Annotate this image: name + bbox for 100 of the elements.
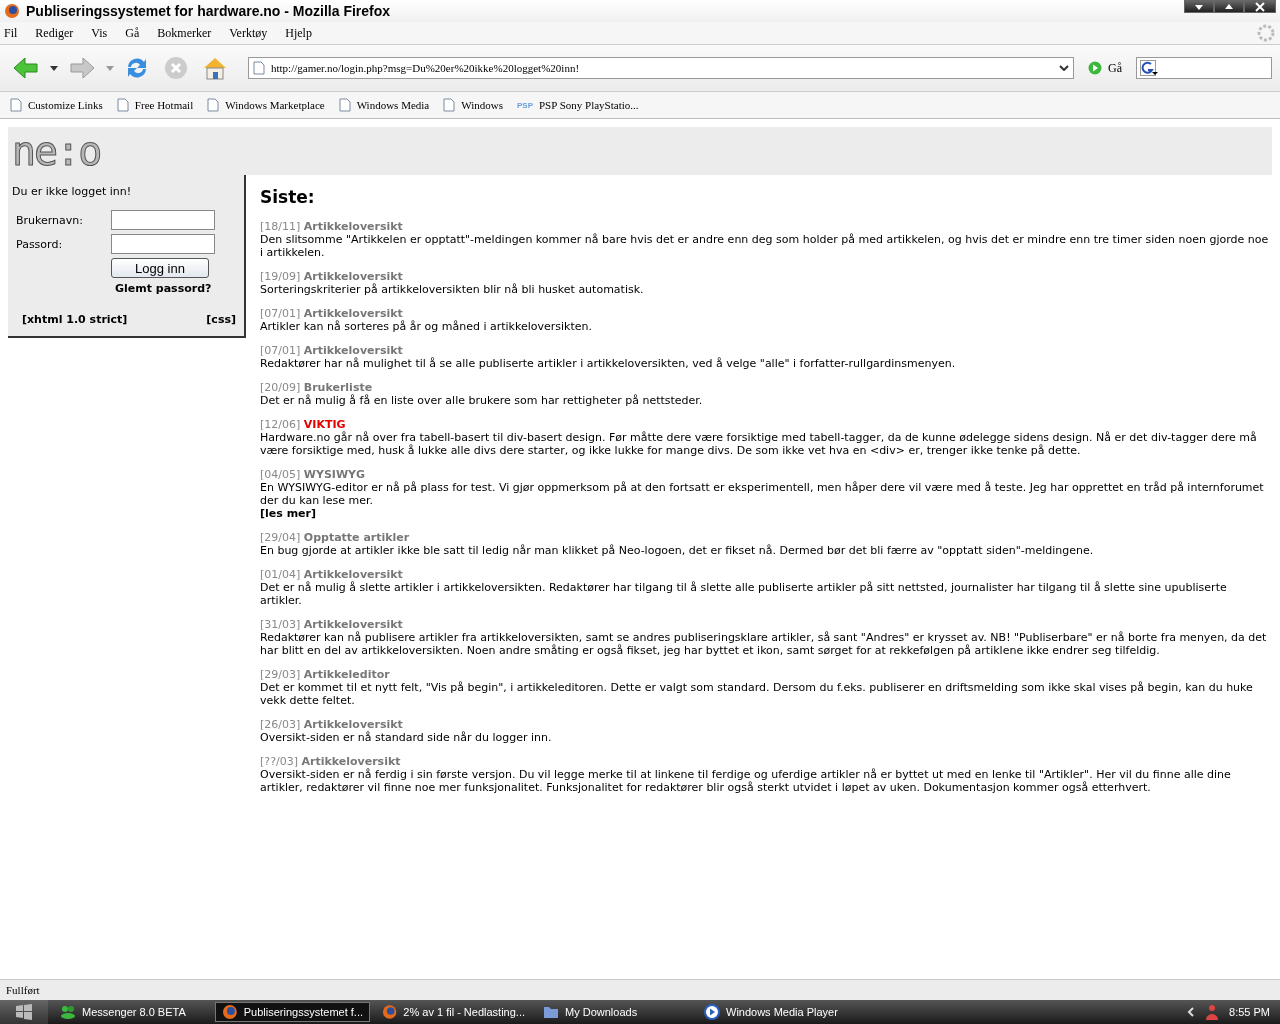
bookmark-link[interactable]: Windows Marketplace	[207, 98, 325, 112]
read-more-link[interactable]: [les mer]	[260, 507, 1272, 520]
news-text: Oversikt-siden er nå ferdig i sin første versjon. Du vil legge merke til at linkene til ferdige og uferdige artikler nå er byttet ut med en lenke til "Artikler". Her vil du finne alle dine artikler, redaktører vil finne noe mer funksjonalitet. Funksjonalitet for redaktører blir også sterkt utvidet i løpet av uken. Dokumentasjon kommer også etterhvert.	[260, 768, 1232, 794]
browser-icon	[222, 1004, 238, 1020]
play-icon	[1088, 61, 1102, 75]
page-icon	[10, 98, 22, 112]
bookmark-link[interactable]: Free Hotmail	[116, 98, 194, 112]
start-button[interactable]	[0, 1000, 48, 1024]
news-date: [07/01]	[260, 344, 301, 357]
news-text: Hardware.no går nå over fra tabell-basert til div-basert design. Før måtte dere være forsiktige med tabell-tagger, da de kunne ødelegge sidens design. Nå er det div-tagger dere må være forsiktige med, husk å lukke alle divs dere starter, og ikke lukke for mange divs. De som ikke vet hva en <div> er, trenger ikke tenke på dette.	[260, 431, 1258, 457]
news-text: Den slitsomme "Artikkelen er opptatt"-meldingen kommer nå bare hvis det er andre enn deg som holder på med artikkelen, og hvis det er mindre enn tre timer siden noen gjorde noe i artikkelen.	[260, 233, 1270, 259]
chevron-icon[interactable]	[1187, 1007, 1196, 1017]
password-field[interactable]	[111, 234, 215, 254]
news-title: Opptatte artikler	[303, 531, 410, 544]
news-date: [01/04]	[260, 568, 301, 581]
folder-icon	[543, 1005, 559, 1019]
news-title: Artikkeloversikt	[303, 220, 403, 233]
bookmark-link[interactable]: Windows	[443, 98, 503, 112]
news-date: [07/01]	[260, 307, 301, 320]
login-message: Du er ikke logget inn!	[12, 185, 133, 198]
login-button[interactable]: Logg inn	[111, 258, 209, 278]
news-date: [19/09]	[260, 270, 301, 283]
stop-icon	[164, 56, 188, 80]
taskbar-button[interactable]: My Downloads	[537, 1002, 692, 1022]
dropdown-icon[interactable]	[50, 65, 58, 71]
page-icon	[116, 98, 129, 112]
news-text: Redaktører kan nå publisere artikler fra artikkeloversikten, samt se andres publiseringsklare artikler, så sant "Andres" er krysset av. NB! "Publiserbare" er nå borte fra menyen, da det har blitt en del av artikkeloversikten. Noen andre småting er også fikset, jeg har byttet et ikon, samt sørget for at rekkefølgen på artiklene ikke endrer seg tilfeldig.	[260, 631, 1268, 657]
menu-item[interactable]: Hjelp	[285, 25, 312, 41]
forgot-password-link[interactable]: Glemt passord?	[115, 282, 212, 295]
forward-arrow-icon	[68, 56, 96, 80]
news-date: [20/09]	[260, 381, 301, 394]
username-field[interactable]	[111, 210, 215, 230]
taskbar-button[interactable]: Messenger 8.0 BETA	[54, 1002, 209, 1022]
menu-item[interactable]: Rediger	[35, 25, 74, 41]
page-icon	[253, 61, 265, 75]
page-icon	[443, 98, 456, 112]
browser-icon	[382, 1004, 398, 1020]
news-heading: Siste:	[260, 187, 316, 207]
news-title: Artikkeloversikt	[303, 307, 403, 320]
home-icon	[202, 55, 228, 81]
news-date: [29/03]	[260, 668, 301, 681]
news-date: [12/06]	[260, 418, 301, 431]
menu-item[interactable]: Gå	[125, 25, 140, 41]
footer-link[interactable]: [css]	[206, 313, 236, 326]
menu-item[interactable]: Verktøy	[229, 25, 268, 41]
search-engine-icon[interactable]	[1140, 60, 1158, 76]
news-title: VIKTIG	[303, 418, 346, 431]
news-date: [31/03]	[260, 618, 301, 631]
bookmark-link[interactable]: Windows Media	[338, 98, 430, 112]
news-title: Brukerliste	[303, 381, 373, 394]
search-field[interactable]	[1136, 57, 1272, 79]
close-icon	[1255, 1, 1265, 12]
news-text: Oversikt-siden er nå standard side når du logger inn.	[260, 731, 553, 744]
bookmark-link[interactable]: Customize Links	[10, 98, 103, 112]
news-text: Redaktører har nå mulighet til å se alle publiserte artikler i artikkeloversikten, ved å velge "alle" i forfatter-rullgardinsmenyen.	[260, 357, 957, 370]
footer-link[interactable]: [xhtml 1.0 strict]	[22, 313, 128, 326]
news-title: Artikkeloversikt	[303, 270, 403, 283]
news-title: Artikkeloversikt	[303, 568, 403, 581]
back-arrow-icon	[12, 56, 40, 80]
menu-item[interactable]: Bokmerker	[157, 25, 212, 41]
news-title: Artikkeloversikt	[303, 618, 403, 631]
clock: 8:55 PM	[1229, 1006, 1270, 1018]
password-label: Passord:	[15, 237, 64, 251]
taskbar-button[interactable]: Windows Media Player	[698, 1002, 853, 1022]
play-icon	[704, 1004, 720, 1020]
news-text: Det er nå mulig å få en liste over alle brukere som har rettigheter på nettsteder.	[260, 394, 704, 407]
close-button[interactable]	[1244, 0, 1276, 13]
person-icon[interactable]	[1205, 1004, 1220, 1020]
maximize-button[interactable]	[1214, 0, 1244, 13]
news-title: WYSIWYG	[303, 468, 366, 481]
people-icon	[60, 1005, 76, 1019]
news-title: Artikkeleditor	[303, 668, 390, 681]
bookmark-link[interactable]: PSP PSP Sony PlayStatio...	[517, 99, 639, 111]
news-date: [04/05]	[260, 468, 301, 481]
taskbar-button[interactable]: Publiseringssystemet f...	[215, 1002, 370, 1022]
news-date: [26/03]	[260, 718, 301, 731]
windows-logo-icon	[15, 1004, 33, 1020]
news-date: [??/03]	[260, 755, 298, 768]
page-icon	[207, 98, 220, 112]
news-title: Artikkeloversikt	[303, 718, 403, 731]
minimize-button[interactable]	[1184, 0, 1214, 13]
browser-icon	[4, 3, 20, 19]
window-title: Publiseringssystemet for hardware.no - Mozilla Firefox	[26, 3, 392, 19]
menu-item[interactable]: Fil	[4, 25, 18, 41]
news-title: Artikkeloversikt	[301, 755, 401, 768]
news-text: En bug gjorde at artikler ikke ble satt til ledig når man klikket på Neo-logoen, det er fikset nå. Dermed bør det bli færre av "opptatt siden"-meldingene.	[260, 544, 1095, 557]
taskbar-button[interactable]: 2% av 1 fil - Nedlasting...	[376, 1002, 531, 1022]
menu-item[interactable]: Vis	[91, 25, 108, 41]
status-text: Fullført	[6, 984, 40, 996]
go-button[interactable]: Gå	[1080, 60, 1130, 76]
news-text: Sorteringskriterier på artikkeloversikten blir nå bli husket automatisk.	[260, 283, 645, 296]
address-bar[interactable]: http://gamer.no/login.php?msg=Du%20er%20ikke%20logget%20inn!	[248, 57, 1074, 79]
throbber-icon	[1256, 23, 1276, 43]
news-text: En WYSIWYG-editor er nå på plass for test. Vi gjør oppmerksom på at den fortsatt er eksperimentell, men håper dere vil være med å teste. Jeg har opprettet en tråd på internforumet der du kan lese mer.	[260, 481, 1265, 507]
news-text: Det er nå mulig å slette artikler i artikkeloversikten. Redaktører har tilgang til å slette alle publiserte artikler på sitt nettsted, journalister har tilgang til å slette sine upubliserte artikler.	[260, 581, 1228, 607]
news-text: Artikler kan nå sorteres på år og måned i artikkeloversikten.	[260, 320, 594, 333]
news-text: Det er kommet til et nytt felt, "Vis på begin", i artikkeleditoren. Dette er valgt som standard. Dersom du f.eks. publiserer en driftsmelding som ikke skal vises på begin, kan du huke vekk dette feltet.	[260, 681, 1254, 707]
dropdown-icon[interactable]	[1059, 65, 1069, 71]
news-title: Artikkeloversikt	[303, 344, 403, 357]
username-label: Brukernavn:	[15, 213, 84, 227]
